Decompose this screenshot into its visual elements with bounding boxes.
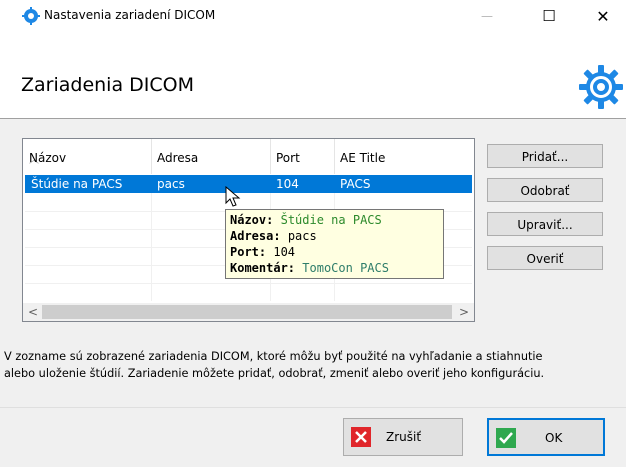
dialog-header: Zariadenia DICOM <box>0 32 626 119</box>
scrollbar-thumb[interactable] <box>42 305 452 319</box>
minimize-icon: — <box>481 9 493 23</box>
maximize-icon: ☐ <box>542 7 556 25</box>
scroll-left-icon[interactable]: < <box>24 304 42 320</box>
window-title: Nastavenia zariadení DICOM <box>44 8 216 22</box>
mouse-pointer-icon <box>225 186 241 207</box>
verify-button[interactable]: Overiť <box>487 246 603 270</box>
device-tooltip: Názov: Štúdie na PACS Adresa: pacs Port:… <box>225 209 444 279</box>
close-icon: ✕ <box>596 6 610 26</box>
column-header-port[interactable]: Port <box>270 139 335 174</box>
ok-button[interactable]: OK <box>487 418 605 456</box>
description-text: V zozname sú zobrazené zariadenia DICOM,… <box>4 350 545 380</box>
cell-address: pacs <box>157 177 185 191</box>
grid-line <box>25 283 472 284</box>
minimize-button[interactable]: — <box>464 0 510 32</box>
cancel-icon <box>351 427 371 447</box>
close-button[interactable]: ✕ <box>580 0 626 32</box>
column-header-address[interactable]: Adresa <box>151 139 271 174</box>
cell-port: 104 <box>276 177 299 191</box>
page-title: Zariadenia DICOM <box>21 74 194 96</box>
remove-button[interactable]: Odobrať <box>487 178 603 202</box>
dialog-footer: Zrušiť OK <box>0 407 626 467</box>
cell-name: Štúdie na PACS <box>31 177 123 191</box>
cancel-label: Zrušiť <box>386 430 422 444</box>
title-bar: Nastavenia zariadení DICOM — ☐ ✕ <box>0 0 626 32</box>
table-row[interactable]: Štúdie na PACS pacs 104 PACS <box>25 175 472 193</box>
maximize-button[interactable]: ☐ <box>526 0 572 32</box>
cancel-button[interactable]: Zrušiť <box>343 418 463 456</box>
add-button[interactable]: Pridať... <box>487 144 603 168</box>
edit-button[interactable]: Upraviť... <box>487 212 603 236</box>
app-gear-icon <box>22 7 40 25</box>
column-header-name[interactable]: ︿ Názov <box>23 139 152 174</box>
checkmark-icon <box>496 428 516 448</box>
grid-line <box>151 193 152 301</box>
horizontal-scrollbar[interactable]: < > <box>23 303 474 321</box>
gear-icon <box>579 65 623 109</box>
column-header-ae-title[interactable]: AE Title <box>334 139 472 174</box>
ok-label: OK <box>545 431 563 445</box>
scroll-right-icon[interactable]: > <box>455 304 473 320</box>
cell-ae-title: PACS <box>340 177 371 191</box>
